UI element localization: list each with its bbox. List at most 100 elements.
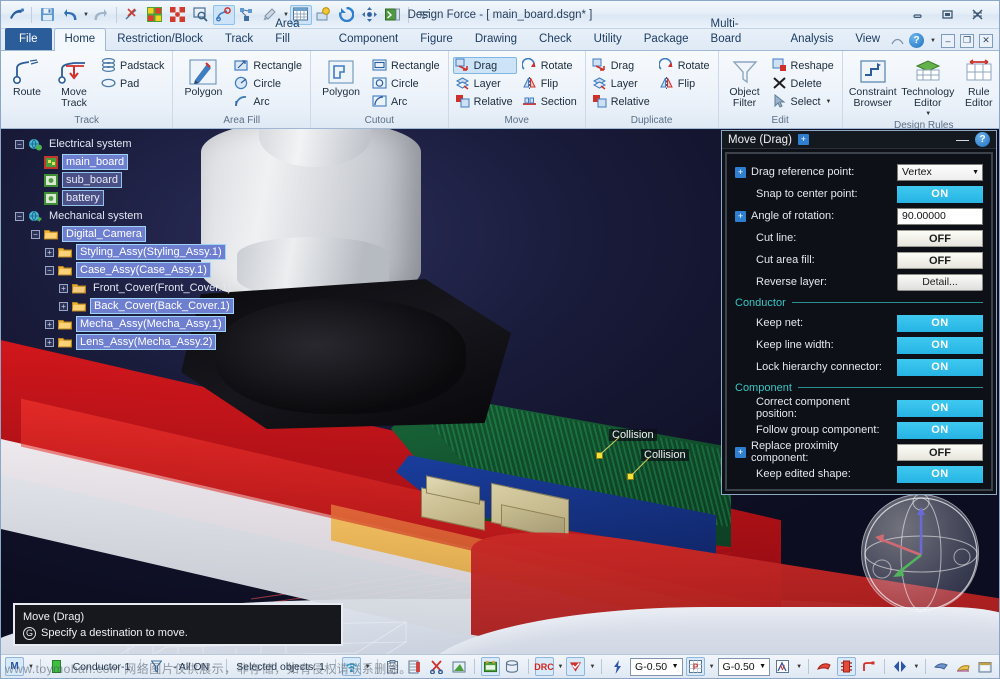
correct-component-position-toggle[interactable]: ON	[897, 400, 983, 417]
pad-button[interactable]: Pad	[99, 75, 168, 92]
prop-lock-hierarchy-connector[interactable]: Lock hierarchy connector: ON	[735, 356, 983, 378]
cutout-polygon-button[interactable]: Polygon	[315, 55, 367, 98]
cut-icon[interactable]	[427, 657, 446, 676]
prop-reverse-layer[interactable]: Reverse layer: Detail...	[735, 271, 983, 293]
prop-cut-area-fill[interactable]: Cut area fill: OFF	[735, 249, 983, 271]
doc-close-button[interactable]: ✕	[979, 34, 993, 48]
tree-item-back-cover[interactable]: + Back_Cover(Back_Cover.1)	[15, 297, 265, 315]
area-fill-rectangle-button[interactable]: Rectangle	[232, 57, 306, 74]
area-fill-circle-button[interactable]: Circle	[232, 75, 306, 92]
prop-angle-of-rotation[interactable]: + Angle of rotation: 90.00000	[735, 205, 983, 227]
duplicate-rotate-button[interactable]: Rotate	[657, 57, 714, 74]
expander-icon[interactable]: +	[45, 338, 54, 347]
expander-icon[interactable]: −	[45, 266, 54, 275]
window-icon[interactable]	[976, 657, 995, 676]
move-rotate-button[interactable]: Rotate	[520, 57, 581, 74]
grid-point-dropdown-icon[interactable]: ▼	[709, 664, 715, 670]
prop-drag-reference-point[interactable]: + Drag reference point: Vertex ▼	[735, 161, 983, 183]
duplicate-relative-button[interactable]: Relative	[590, 93, 654, 110]
mirror-icon[interactable]	[890, 657, 909, 676]
prop-keep-edited-shape[interactable]: Keep edited shape: ON	[735, 463, 983, 485]
cutout-arc-button[interactable]: Arc	[370, 93, 444, 110]
check-icon[interactable]	[566, 657, 585, 676]
cut-line-toggle[interactable]: OFF	[897, 230, 983, 247]
tab-view[interactable]: View	[844, 28, 891, 50]
constraint-browser-button[interactable]: Constraint Browser	[847, 55, 899, 109]
redo-icon[interactable]	[90, 5, 112, 25]
duplicate-flip-button[interactable]: Flip	[657, 75, 714, 92]
keep-line-width-toggle[interactable]: ON	[897, 337, 983, 354]
move-relative-button[interactable]: Relative	[453, 93, 517, 110]
prop-follow-group-component[interactable]: Follow group component: ON	[735, 419, 983, 441]
replace-proximity-component-toggle[interactable]: OFF	[897, 444, 983, 461]
tab-analysis[interactable]: Analysis	[780, 28, 845, 50]
tab-home[interactable]: Home	[54, 28, 107, 51]
area-fill-icon[interactable]	[144, 5, 166, 25]
wireless-view-icon[interactable]	[342, 657, 361, 676]
grid-primary-select[interactable]: G-0.50 ▼	[630, 658, 683, 676]
move-layer-button[interactable]: Layer	[453, 75, 517, 92]
app-logo-icon[interactable]	[5, 5, 27, 25]
keep-net-toggle[interactable]: ON	[897, 315, 983, 332]
route-button[interactable]: Route	[5, 55, 49, 98]
netlist-icon[interactable]	[236, 5, 258, 25]
snap-to-center-point-toggle[interactable]: ON	[897, 186, 983, 203]
tab-package[interactable]: Package	[633, 28, 700, 50]
chevron-down-icon[interactable]: ▼	[972, 169, 979, 176]
close-button[interactable]	[967, 7, 987, 23]
select-button[interactable]: Select ▼	[770, 93, 838, 110]
move-icon[interactable]	[359, 5, 381, 25]
tree-item-sub-board[interactable]: sub_board	[15, 171, 265, 189]
help-dropdown-icon[interactable]: ▼	[930, 38, 936, 44]
via-icon[interactable]: V	[773, 657, 792, 676]
move-drag-properties-panel[interactable]: Move (Drag) + — ? + Drag reference point…	[721, 130, 997, 495]
move-track-button[interactable]: Move Track	[52, 55, 96, 109]
tab-area-fill[interactable]: Area Fill	[264, 13, 328, 50]
via-dropdown-icon[interactable]: ▼	[796, 664, 802, 670]
tab-track[interactable]: Track	[214, 28, 264, 50]
pattern-icon[interactable]	[167, 5, 189, 25]
component-icon[interactable]	[837, 657, 856, 676]
database-icon[interactable]	[503, 657, 522, 676]
tab-multi-board[interactable]: Multi-Board	[700, 13, 780, 50]
duplicate-layer-button[interactable]: Layer	[590, 75, 654, 92]
doc-restore-button[interactable]: ❐	[960, 34, 974, 48]
cutout-rectangle-button[interactable]: Rectangle	[370, 57, 444, 74]
tree-item-mechanical-system[interactable]: − Mechanical system	[15, 207, 265, 225]
move-section-button[interactable]: Section	[520, 93, 581, 110]
expander-icon[interactable]: −	[31, 230, 40, 239]
tree-item-mecha-assy[interactable]: + Mecha_Assy(Mecha_Assy.1)	[15, 315, 265, 333]
check-dropdown-icon[interactable]: ▼	[589, 664, 595, 670]
prop-keep-line-width[interactable]: Keep line width: ON	[735, 334, 983, 356]
tree-item-styling-assy[interactable]: + Styling_Assy(Styling_Assy.1)	[15, 243, 265, 261]
expander-icon[interactable]: −	[15, 212, 24, 221]
minimize-button[interactable]	[907, 7, 927, 23]
design-tree[interactable]: − Electrical system main_board sub_board…	[15, 135, 265, 351]
technology-editor-dropdown-icon[interactable]: ▼	[925, 109, 931, 120]
undo-icon[interactable]	[59, 5, 81, 25]
expander-icon[interactable]: +	[45, 320, 54, 329]
area-fill-polygon-button[interactable]: Polygon	[177, 55, 229, 98]
tab-restriction-block[interactable]: Restriction/Block	[106, 28, 214, 50]
lock-hierarchy-connector-toggle[interactable]: ON	[897, 359, 983, 376]
clipboard-icon[interactable]	[383, 657, 402, 676]
prop-correct-component-position[interactable]: Correct component position: ON	[735, 397, 983, 419]
expander-icon[interactable]: +	[45, 248, 54, 257]
prop-snap-to-center-point[interactable]: Snap to center point: ON	[735, 183, 983, 205]
delete-net-icon[interactable]	[121, 5, 143, 25]
tree-item-electrical-system[interactable]: − Electrical system	[15, 135, 265, 153]
export-icon[interactable]	[382, 5, 404, 25]
properties-help-icon[interactable]: ?	[975, 132, 990, 147]
filter-icon[interactable]	[147, 657, 166, 676]
rule-editor-button[interactable]: Rule Editor	[957, 55, 1000, 109]
mirror-dropdown-icon[interactable]: ▼	[913, 664, 919, 670]
collapse-ribbon-icon[interactable]	[891, 36, 904, 46]
save-icon[interactable]	[36, 5, 58, 25]
tree-item-main-board[interactable]: main_board	[15, 153, 265, 171]
tab-drawing[interactable]: Drawing	[464, 28, 528, 50]
delete-button[interactable]: Delete	[770, 75, 838, 92]
drc-icon[interactable]: DRC	[535, 657, 554, 676]
3d-view-icon[interactable]	[481, 657, 500, 676]
object-filter-button[interactable]: Object Filter	[723, 55, 767, 109]
drc-dropdown-icon[interactable]: ▼	[558, 664, 564, 670]
